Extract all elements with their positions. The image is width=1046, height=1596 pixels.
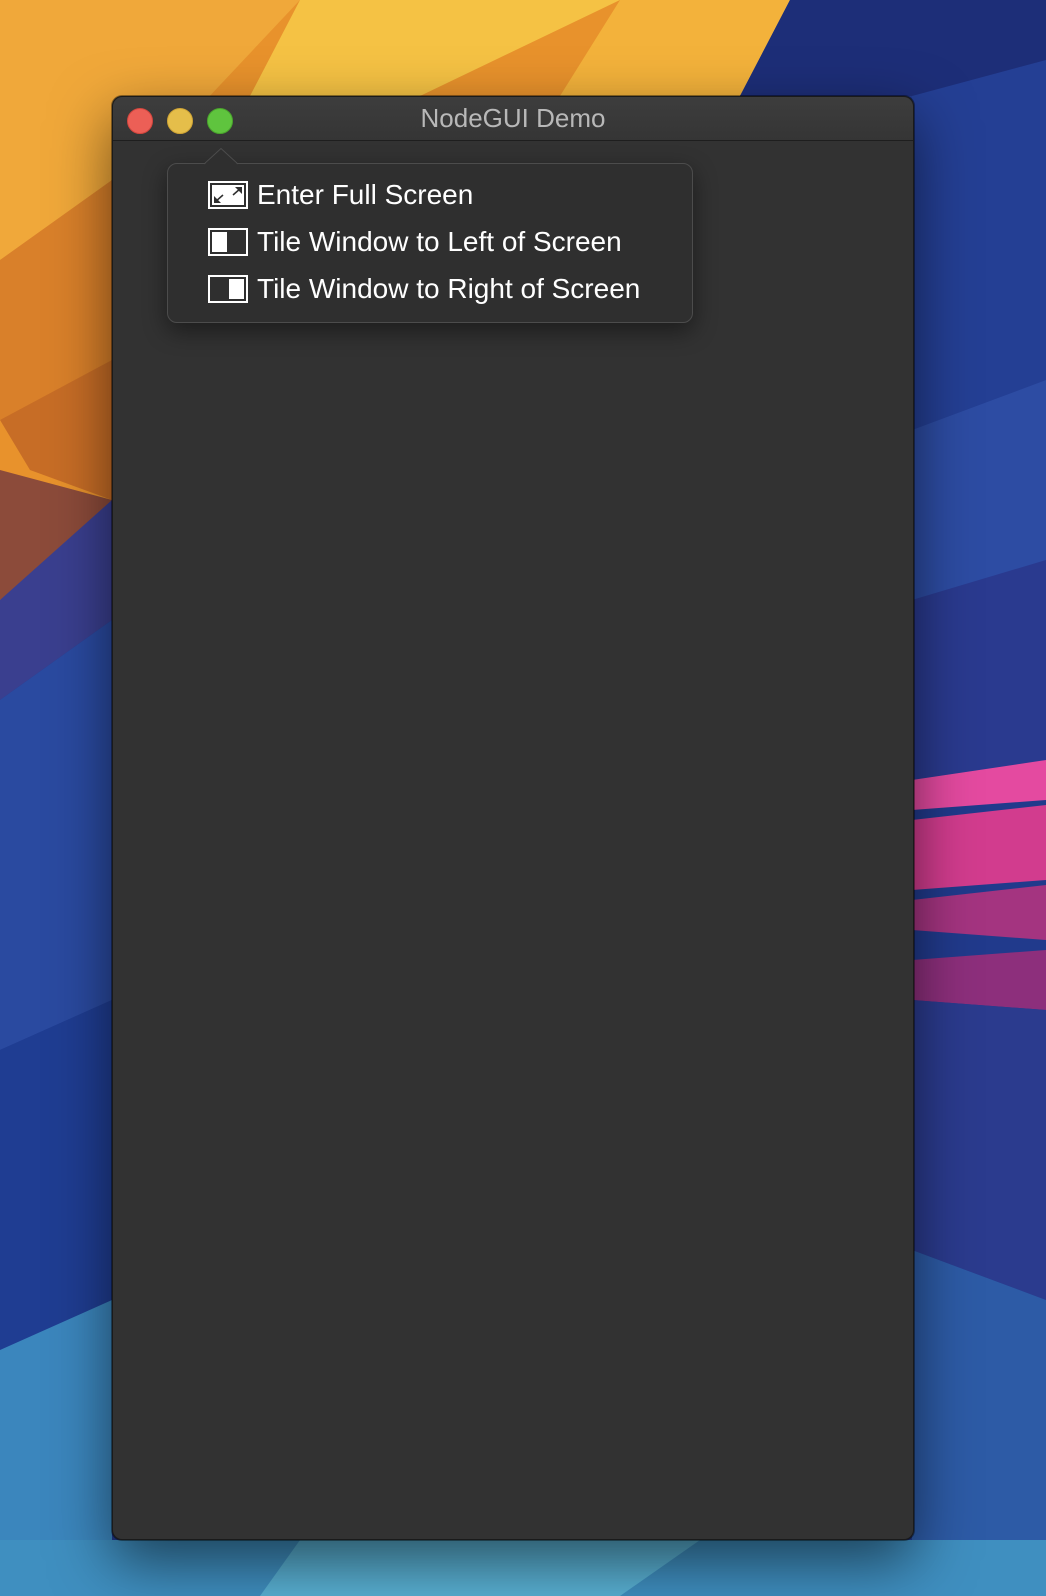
desktop: NodeGUI Demo Enter Full Screen Tile Wind… [0, 0, 1046, 1596]
app-window: NodeGUI Demo Enter Full Screen Tile Wind… [112, 96, 914, 1540]
window-content-area [113, 141, 913, 1539]
title-bar[interactable]: NodeGUI Demo [113, 97, 913, 141]
window-title: NodeGUI Demo [420, 103, 606, 133]
